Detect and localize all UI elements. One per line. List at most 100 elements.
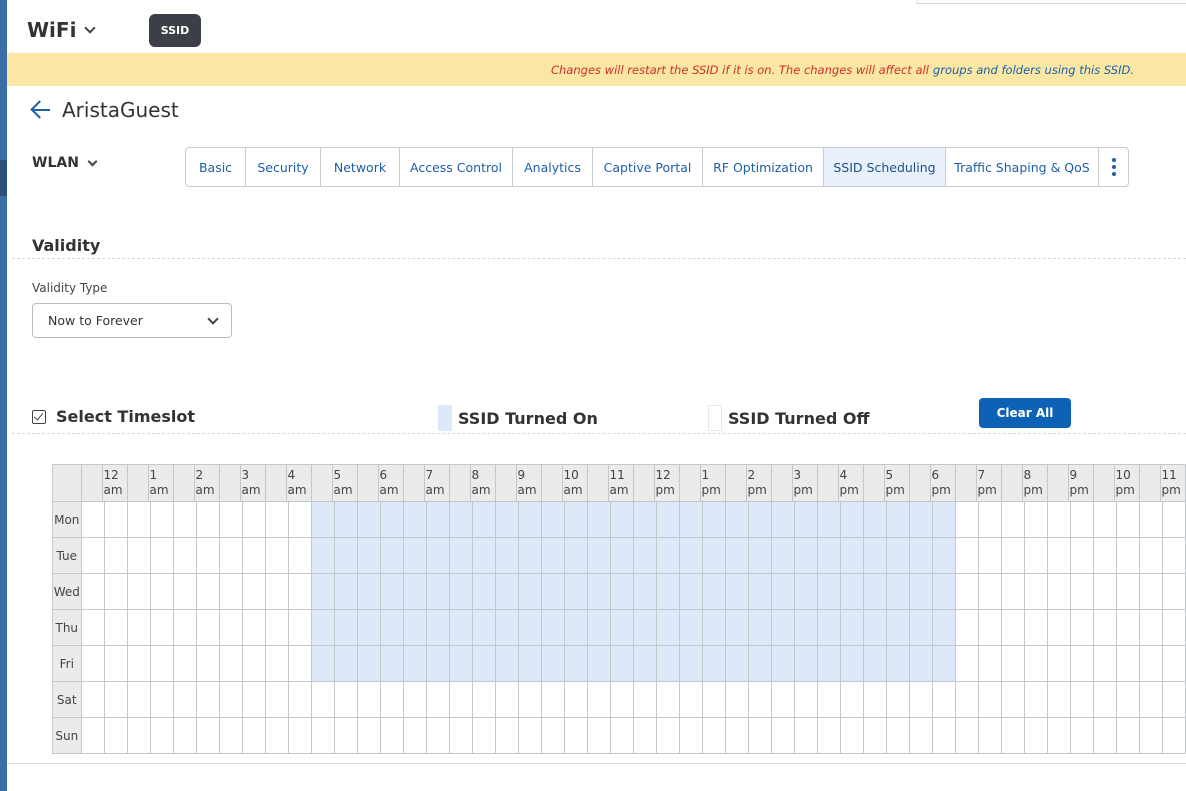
tab-ssid-scheduling[interactable]: SSID Scheduling (824, 148, 946, 186)
timeslot-cell-off[interactable] (816, 717, 841, 754)
timeslot-cell-off[interactable] (1023, 609, 1048, 646)
timeslot-cell-on[interactable] (885, 537, 910, 574)
hour-header[interactable]: 6 am (356, 464, 404, 502)
timeslot-cell-on[interactable] (425, 537, 450, 574)
timeslot-cell-off[interactable] (701, 681, 726, 718)
timeslot-cell-off[interactable] (770, 717, 795, 754)
timeslot-cell-off[interactable] (1115, 681, 1140, 718)
timeslot-cell-on[interactable] (333, 609, 358, 646)
timeslot-cell-off[interactable] (379, 681, 404, 718)
timeslot-cell-off[interactable] (126, 645, 151, 682)
timeslot-cell-off[interactable] (126, 573, 151, 610)
tab-captive-portal[interactable]: Captive Portal (593, 148, 703, 186)
hour-header[interactable]: 7 pm (954, 464, 1002, 502)
timeslot-cell-on[interactable] (356, 573, 381, 610)
timeslot-cell-off[interactable] (1069, 537, 1094, 574)
timeslot-cell-off[interactable] (1023, 573, 1048, 610)
timeslot-cell-on[interactable] (724, 501, 749, 538)
timeslot-cell-on[interactable] (402, 537, 427, 574)
timeslot-cell-on[interactable] (494, 537, 519, 574)
timeslot-cell-on[interactable] (931, 537, 956, 574)
timeslot-cell-on[interactable] (747, 537, 772, 574)
timeslot-cell-on[interactable] (632, 537, 657, 574)
timeslot-cell-on[interactable] (770, 573, 795, 610)
day-label[interactable]: Sun (52, 717, 82, 754)
timeslot-cell-off[interactable] (1161, 681, 1186, 718)
timeslot-cell-off[interactable] (195, 681, 220, 718)
timeslot-cell-off[interactable] (264, 501, 289, 538)
timeslot-cell-on[interactable] (586, 609, 611, 646)
timeslot-cell-off[interactable] (287, 681, 312, 718)
timeslot-cell-on[interactable] (724, 609, 749, 646)
timeslot-cell-on[interactable] (747, 573, 772, 610)
timeslot-cell-on[interactable] (816, 609, 841, 646)
timeslot-cell-on[interactable] (655, 645, 680, 682)
timeslot-cell-off[interactable] (1000, 501, 1025, 538)
timeslot-cell-off[interactable] (264, 645, 289, 682)
timeslot-cell-on[interactable] (563, 609, 588, 646)
timeslot-cell-off[interactable] (1000, 681, 1025, 718)
timeslot-cell-off[interactable] (287, 609, 312, 646)
day-label[interactable]: Mon (52, 501, 82, 538)
timeslot-cell-on[interactable] (793, 501, 818, 538)
timeslot-cell-off[interactable] (494, 717, 519, 754)
timeslot-cell-off[interactable] (1000, 609, 1025, 646)
hour-header[interactable]: 10 pm (1092, 464, 1140, 502)
timeslot-cell-on[interactable] (540, 645, 565, 682)
timeslot-cell-on[interactable] (609, 537, 634, 574)
timeslot-cell-off[interactable] (701, 717, 726, 754)
timeslot-cell-off[interactable] (172, 609, 197, 646)
timeslot-cell-on[interactable] (862, 573, 887, 610)
timeslot-cell-on[interactable] (931, 501, 956, 538)
hour-header[interactable]: 3 pm (770, 464, 818, 502)
timeslot-cell-on[interactable] (517, 645, 542, 682)
timeslot-cell-on[interactable] (747, 645, 772, 682)
timeslot-cell-on[interactable] (908, 609, 933, 646)
timeslot-cell-off[interactable] (793, 681, 818, 718)
timeslot-cell-off[interactable] (310, 717, 335, 754)
timeslot-cell-on[interactable] (701, 501, 726, 538)
timeslot-cell-off[interactable] (356, 717, 381, 754)
timeslot-cell-off[interactable] (218, 645, 243, 682)
timeslot-cell-on[interactable] (908, 573, 933, 610)
timeslot-cell-off[interactable] (1092, 609, 1117, 646)
timeslot-cell-off[interactable] (1046, 609, 1071, 646)
timeslot-cell-on[interactable] (816, 573, 841, 610)
timeslot-cell-on[interactable] (701, 609, 726, 646)
timeslot-cell-off[interactable] (195, 717, 220, 754)
timeslot-cell-on[interactable] (402, 609, 427, 646)
timeslot-cell-on[interactable] (471, 645, 496, 682)
timeslot-cell-on[interactable] (402, 645, 427, 682)
hour-header[interactable]: 11 pm (1138, 464, 1186, 502)
timeslot-cell-off[interactable] (149, 573, 174, 610)
timeslot-cell-off[interactable] (655, 681, 680, 718)
timeslot-cell-off[interactable] (655, 717, 680, 754)
timeslot-cell-off[interactable] (540, 681, 565, 718)
timeslot-cell-on[interactable] (586, 537, 611, 574)
timeslot-cell-off[interactable] (885, 717, 910, 754)
timeslot-cell-off[interactable] (954, 645, 979, 682)
timeslot-cell-off[interactable] (839, 681, 864, 718)
timeslot-cell-off[interactable] (816, 681, 841, 718)
timeslot-cell-on[interactable] (586, 573, 611, 610)
timeslot-cell-on[interactable] (839, 537, 864, 574)
timeslot-cell-off[interactable] (517, 681, 542, 718)
day-label[interactable]: Thu (52, 609, 82, 646)
timeslot-cell-off[interactable] (80, 501, 105, 538)
timeslot-cell-off[interactable] (80, 609, 105, 646)
timeslot-cell-off[interactable] (80, 717, 105, 754)
timeslot-cell-on[interactable] (540, 537, 565, 574)
timeslot-cell-off[interactable] (563, 717, 588, 754)
day-label[interactable]: Wed (52, 573, 82, 610)
app-title-dropdown[interactable]: WiFi (27, 18, 97, 42)
timeslot-cell-on[interactable] (471, 501, 496, 538)
timeslot-cell-off[interactable] (1161, 537, 1186, 574)
timeslot-cell-on[interactable] (540, 609, 565, 646)
timeslot-cell-on[interactable] (494, 573, 519, 610)
timeslot-cell-off[interactable] (195, 609, 220, 646)
timeslot-cell-off[interactable] (839, 717, 864, 754)
timeslot-cell-on[interactable] (678, 537, 703, 574)
timeslot-cell-on[interactable] (678, 501, 703, 538)
timeslot-cell-on[interactable] (471, 609, 496, 646)
timeslot-cell-off[interactable] (241, 501, 266, 538)
